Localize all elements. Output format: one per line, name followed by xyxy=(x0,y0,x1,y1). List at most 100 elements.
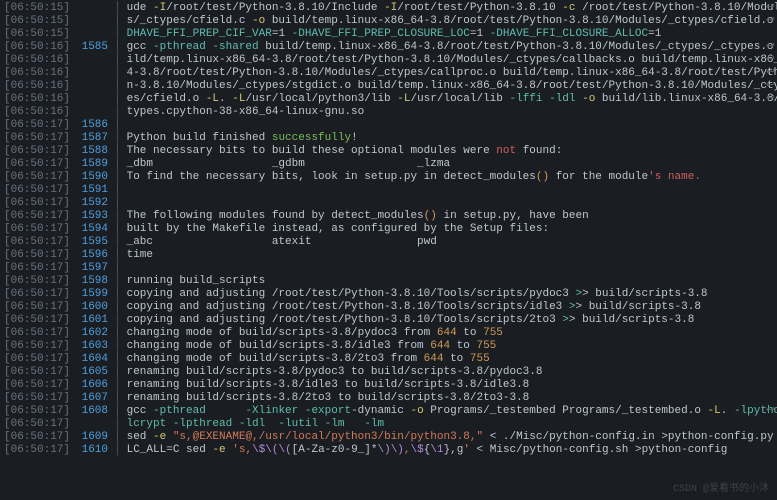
gutter-separator: │ xyxy=(114,418,127,431)
gutter-separator: │ xyxy=(114,392,127,405)
terminal-line: [06:50:17] │lcrypt -lpthread -ldl -lutil … xyxy=(0,418,777,431)
terminal-line: [06:50:17]1600│copying and adjusting /ro… xyxy=(0,301,777,314)
line-number: 1585 xyxy=(78,41,114,54)
timestamp: [06:50:17] xyxy=(0,392,78,405)
timestamp: [06:50:17] xyxy=(0,119,78,132)
line-text: The following modules found by detect_mo… xyxy=(127,210,589,223)
timestamp: [06:50:17] xyxy=(0,340,78,353)
gutter-separator: │ xyxy=(114,145,127,158)
line-text: ild/temp.linux-x86_64-3.8/root/test/Pyth… xyxy=(127,54,777,67)
line-number: 1591 xyxy=(78,184,114,197)
line-number: 1606 xyxy=(78,379,114,392)
line-number: 1588 xyxy=(78,145,114,158)
line-text: changing mode of build/scripts-3.8/idle3… xyxy=(127,340,497,353)
line-number: 1607 xyxy=(78,392,114,405)
gutter-separator: │ xyxy=(114,379,127,392)
gutter-separator: │ xyxy=(114,2,127,15)
gutter-separator: │ xyxy=(114,28,127,41)
gutter-separator: │ xyxy=(114,171,127,184)
line-number: 1590 xyxy=(78,171,114,184)
gutter-separator: │ xyxy=(114,340,127,353)
timestamp: [06:50:17] xyxy=(0,366,78,379)
terminal-line: [06:50:17]1604│changing mode of build/sc… xyxy=(0,353,777,366)
timestamp: [06:50:17] xyxy=(0,314,78,327)
timestamp: [06:50:17] xyxy=(0,236,78,249)
terminal-line: [06:50:17]1602│changing mode of build/sc… xyxy=(0,327,777,340)
line-number: 1599 xyxy=(78,288,114,301)
wrap-indicator-icon: ↩ xyxy=(766,405,775,418)
timestamp: [06:50:17] xyxy=(0,223,78,236)
line-number: 1597 xyxy=(78,262,114,275)
line-number: 1594 xyxy=(78,223,114,236)
line-number: 1601 xyxy=(78,314,114,327)
terminal-line: [06:50:17]1595│_abc atexit pwd xyxy=(0,236,777,249)
line-text: ude -I/root/test/Python-3.8.10/Include -… xyxy=(127,2,777,15)
timestamp: [06:50:17] xyxy=(0,158,78,171)
line-number: 1610 xyxy=(78,444,114,457)
gutter-separator: │ xyxy=(114,301,127,314)
timestamp: [06:50:17] xyxy=(0,379,78,392)
terminal-line: [06:50:17]1598│running build_scripts xyxy=(0,275,777,288)
terminal-line: [06:50:17]1586│ xyxy=(0,119,777,132)
line-text: copying and adjusting /root/test/Python-… xyxy=(127,301,701,314)
line-number: 1608 xyxy=(78,405,114,418)
timestamp: [06:50:16] xyxy=(0,41,78,54)
line-number: 1598 xyxy=(78,275,114,288)
line-text: _abc atexit pwd xyxy=(127,236,437,249)
terminal-line: [06:50:17]1588│The necessary bits to bui… xyxy=(0,145,777,158)
gutter-separator: │ xyxy=(114,288,127,301)
line-text: lcrypt -lpthread -ldl -lutil -lm -lm xyxy=(127,418,384,431)
line-text: The necessary bits to build these option… xyxy=(127,145,563,158)
gutter-separator: │ xyxy=(114,223,127,236)
gutter-separator: │ xyxy=(114,275,127,288)
gutter-separator: │ xyxy=(114,444,127,457)
gutter-separator: │ xyxy=(114,184,127,197)
timestamp: [06:50:16] xyxy=(0,93,78,106)
terminal-line: [06:50:17]1601│copying and adjusting /ro… xyxy=(0,314,777,327)
terminal-line: [06:50:15]│ude -I/root/test/Python-3.8.1… xyxy=(0,2,777,15)
line-text: To find the necessary bits, look in setu… xyxy=(127,171,701,184)
gutter-separator: │ xyxy=(114,262,127,275)
timestamp: [06:50:17] xyxy=(0,288,78,301)
terminal-line: [06:50:17]1605│renaming build/scripts-3.… xyxy=(0,366,777,379)
line-text: LC_ALL=C sed -e 's,\$\(\([A-Za-z0-9_]*\)… xyxy=(127,444,728,457)
gutter-separator: │ xyxy=(114,158,127,171)
timestamp: [06:50:17] xyxy=(0,171,78,184)
line-text: types.cpython-38-x86_64-linux-gnu.so xyxy=(127,106,365,119)
line-text: _dbm _gdbm _lzma xyxy=(127,158,450,171)
gutter-separator: │ xyxy=(114,119,127,132)
terminal-line: [06:50:17]1591│ xyxy=(0,184,777,197)
timestamp: [06:50:16] xyxy=(0,54,78,67)
gutter-separator: │ xyxy=(114,15,127,28)
line-number: 1586 xyxy=(78,119,114,132)
wrap-indicator-icon: ↩ xyxy=(766,67,775,80)
terminal-line: [06:50:17]1599│copying and adjusting /ro… xyxy=(0,288,777,301)
line-text: copying and adjusting /root/test/Python-… xyxy=(127,288,708,301)
timestamp: [06:50:17] xyxy=(0,197,78,210)
wrap-indicator-icon: ↩ xyxy=(766,80,775,93)
timestamp: [06:50:17] xyxy=(0,444,78,457)
gutter-separator: │ xyxy=(114,327,127,340)
timestamp: [06:50:17] xyxy=(0,145,78,158)
terminal-line: [06:50:17]1596│time xyxy=(0,249,777,262)
line-number: 1596 xyxy=(78,249,114,262)
line-number: 1592 xyxy=(78,197,114,210)
line-text: renaming build/scripts-3.8/idle3 to buil… xyxy=(127,379,530,392)
terminal-line: [06:50:17]1594│built by the Makefile ins… xyxy=(0,223,777,236)
timestamp: [06:50:17] xyxy=(0,418,78,431)
gutter-separator: │ xyxy=(114,80,127,93)
timestamp: [06:50:17] xyxy=(0,405,78,418)
timestamp: [06:50:16] xyxy=(0,67,78,80)
terminal-output[interactable]: [06:50:15]│ude -I/root/test/Python-3.8.1… xyxy=(0,0,777,500)
terminal-line: [06:50:17]1610│LC_ALL=C sed -e 's,\$\(\(… xyxy=(0,444,777,457)
wrap-indicator-icon: ↩ xyxy=(766,93,775,106)
line-text: built by the Makefile instead, as config… xyxy=(127,223,549,236)
line-text: n-3.8.10/Modules/_ctypes/stgdict.o build… xyxy=(127,80,777,93)
line-number: 1589 xyxy=(78,158,114,171)
gutter-separator: │ xyxy=(114,197,127,210)
line-text: changing mode of build/scripts-3.8/2to3 … xyxy=(127,353,490,366)
timestamp: [06:50:17] xyxy=(0,301,78,314)
terminal-line: [06:50:15]│DHAVE_FFI_PREP_CIF_VAR=1 -DHA… xyxy=(0,28,777,41)
timestamp: [06:50:17] xyxy=(0,210,78,223)
wrap-indicator-icon: ↩ xyxy=(766,2,775,15)
